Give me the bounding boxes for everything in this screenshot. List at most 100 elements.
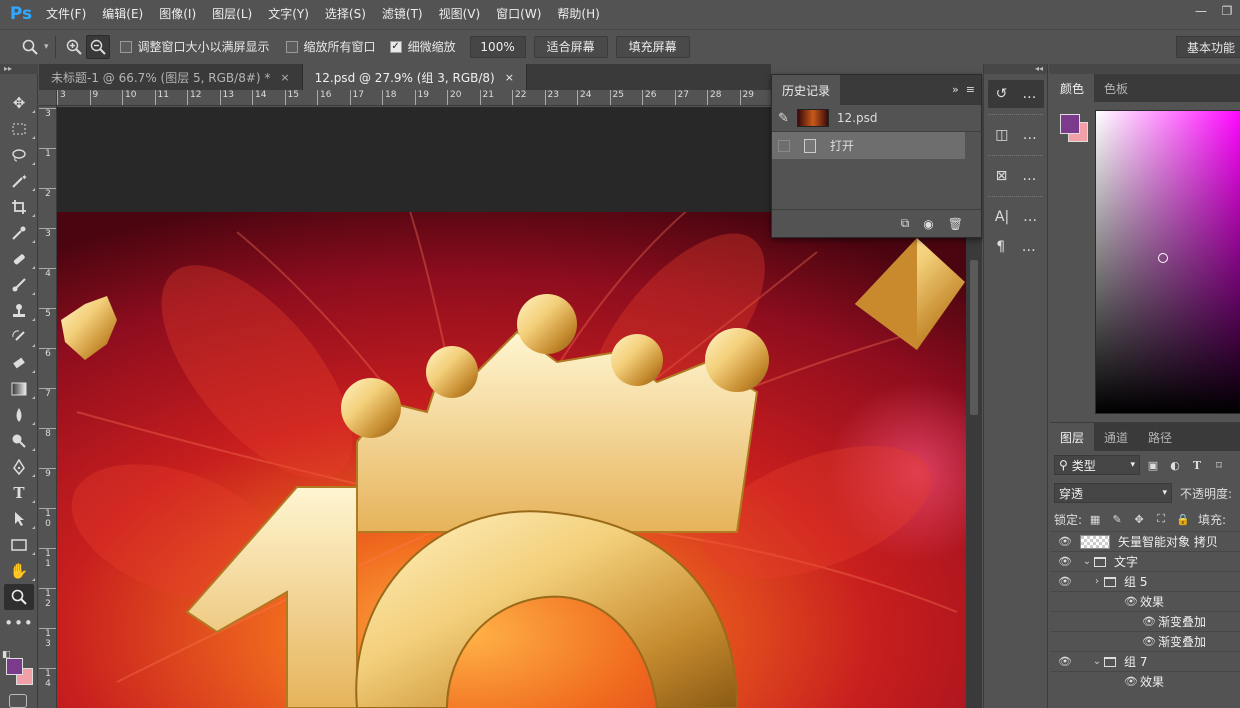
close-icon[interactable]: ×	[280, 71, 289, 84]
magic-wand-tool-icon[interactable]: ✦	[0, 168, 38, 194]
history-snapshot[interactable]: ✎ 12.psd	[772, 105, 981, 132]
menu-layer[interactable]: 图层(L)	[204, 0, 260, 28]
menu-edit[interactable]: 编辑(E)	[94, 0, 151, 28]
scrollbar-thumb[interactable]	[970, 260, 978, 415]
effect-visibility-icon[interactable]: 👁	[1122, 675, 1140, 688]
color-swatches[interactable]: ◧	[2, 650, 36, 686]
camera-icon[interactable]: ◉	[923, 217, 933, 231]
tab-paths[interactable]: 路径	[1138, 423, 1182, 451]
layer-row[interactable]: 👁 › 组 5	[1050, 571, 1240, 591]
zoom-all-option[interactable]: 缩放所有窗口	[285, 38, 376, 55]
blend-mode-dropdown[interactable]: 穿透 ▾	[1054, 483, 1172, 503]
effect-row[interactable]: 👁 渐变叠加	[1050, 611, 1240, 631]
properties-panel-icon[interactable]: ◫…	[988, 121, 1044, 149]
tab-swatches[interactable]: 色板	[1094, 74, 1138, 102]
adjustment-filter-icon[interactable]: ◐	[1166, 456, 1184, 474]
menu-file[interactable]: 文件(F)	[38, 0, 94, 28]
effect-row[interactable]: 👁 效果	[1050, 671, 1240, 691]
move-tool-icon[interactable]: ✥	[0, 90, 38, 116]
visibility-eye-icon[interactable]: 👁	[1050, 655, 1080, 668]
workspace-button[interactable]: 基本功能	[1175, 36, 1240, 58]
close-icon[interactable]: ×	[505, 71, 514, 84]
layer-row[interactable]: 👁 ⌄ 组 7	[1050, 651, 1240, 671]
zoom-value-field[interactable]: 100%	[469, 35, 526, 58]
scrubby-zoom-option[interactable]: ✓ 细微缩放	[389, 38, 456, 55]
visibility-eye-icon[interactable]: 👁	[1050, 535, 1080, 548]
hand-tool-icon[interactable]: ✋	[0, 558, 38, 584]
expand-chevron-icon[interactable]: ⌄	[1090, 656, 1104, 667]
layer-row[interactable]: 👁 矢量智能对象 拷贝	[1050, 531, 1240, 551]
menu-view[interactable]: 视图(V)	[431, 0, 489, 28]
effect-visibility-icon[interactable]: 👁	[1140, 615, 1158, 628]
visibility-eye-icon[interactable]: 👁	[1050, 575, 1080, 588]
menu-filter[interactable]: 滤镜(T)	[374, 0, 431, 28]
menu-image[interactable]: 图像(I)	[151, 0, 204, 28]
restore-icon[interactable]: ❐	[1214, 0, 1240, 22]
snapshot-brush-icon[interactable]: ✎	[778, 111, 789, 126]
eyedropper-tool-icon[interactable]	[0, 220, 38, 246]
tab-history[interactable]: 历史记录	[772, 75, 841, 105]
color-spectrum-field[interactable]	[1095, 110, 1240, 414]
zoom-tool-icon[interactable]	[4, 584, 34, 610]
fit-screen-button[interactable]: 适合屏幕	[533, 35, 608, 58]
more-tools-icon[interactable]: •••	[0, 610, 38, 636]
tab-layers[interactable]: 图层	[1050, 423, 1095, 451]
type-filter-icon[interactable]: T	[1188, 456, 1206, 474]
tab-untitled-1[interactable]: 未标题-1 @ 66.7% (图层 5, RGB/8#) * ×	[39, 64, 303, 90]
color-picker-handle[interactable]	[1158, 253, 1168, 263]
lock-transparency-icon[interactable]: ▦	[1086, 510, 1104, 528]
vertical-ruler[interactable]: 3 1 2 3 4 5 6 7 8 9 1 0 1 1 1 2 1 3 1 4	[39, 106, 57, 708]
layer-filter-dropdown[interactable]: ⚲ 类型 ▾	[1054, 455, 1140, 475]
zoom-all-checkbox[interactable]	[285, 40, 298, 53]
effect-visibility-icon[interactable]: 👁	[1140, 635, 1158, 648]
foreground-color-swatch[interactable]	[6, 658, 23, 675]
effect-row[interactable]: 👁 渐变叠加	[1050, 631, 1240, 651]
chevron-down-icon[interactable]: ▾	[44, 42, 49, 52]
resize-windows-checkbox[interactable]	[119, 40, 132, 53]
scrubby-zoom-checkbox[interactable]: ✓	[389, 40, 402, 53]
menu-help[interactable]: 帮助(H)	[549, 0, 607, 28]
tab-color[interactable]: 颜色	[1050, 74, 1095, 102]
history-source-checkbox[interactable]	[778, 139, 790, 152]
tab-channels[interactable]: 通道	[1094, 423, 1138, 451]
menu-select[interactable]: 选择(S)	[317, 0, 374, 28]
menu-type[interactable]: 文字(Y)	[260, 0, 317, 28]
collapse-toolbox-icon[interactable]: ▸▸	[0, 64, 38, 74]
clone-stamp-tool-icon[interactable]	[0, 298, 38, 324]
trash-icon[interactable]: 🗑	[948, 217, 963, 231]
minimize-icon[interactable]: —	[1188, 0, 1214, 22]
brush-tool-icon[interactable]	[0, 272, 38, 298]
ruler-origin[interactable]	[39, 90, 57, 106]
adjustments-panel-icon[interactable]: ⊠…	[988, 162, 1044, 190]
crop-tool-icon[interactable]	[0, 194, 38, 220]
zoom-tool-preset-icon[interactable]	[18, 35, 42, 59]
effect-visibility-icon[interactable]: 👁	[1122, 595, 1140, 608]
lock-position-icon[interactable]: ✥	[1130, 510, 1148, 528]
resize-windows-option[interactable]: 调整窗口大小以满屏显示	[119, 38, 270, 55]
panel-menu-icon[interactable]: » ≡	[952, 83, 975, 96]
tab-12-psd[interactable]: 12.psd @ 27.9% (组 3, RGB/8) ×	[302, 64, 527, 90]
lasso-tool-icon[interactable]	[0, 142, 38, 168]
dodge-tool-icon[interactable]	[0, 428, 38, 454]
lock-all-icon[interactable]: 🔒	[1174, 510, 1192, 528]
image-filter-icon[interactable]: ▣	[1144, 456, 1162, 474]
healing-brush-tool-icon[interactable]	[0, 246, 38, 272]
new-document-from-state-icon[interactable]: ⧉	[901, 216, 910, 231]
collapse-chevron-icon[interactable]: ›	[1090, 576, 1104, 587]
lock-artboard-icon[interactable]: ⛶	[1152, 510, 1170, 528]
zoom-out-icon[interactable]	[85, 34, 110, 59]
shape-filter-icon[interactable]: ⌑	[1210, 456, 1228, 474]
character-panel-icon[interactable]: A|…	[988, 203, 1044, 231]
collapse-dock-icon[interactable]: ◂◂	[984, 64, 1047, 74]
history-brush-tool-icon[interactable]	[0, 324, 38, 350]
gradient-tool-icon[interactable]	[0, 376, 38, 402]
history-item[interactable]: 打开	[772, 132, 965, 159]
fill-screen-button[interactable]: 填充屏幕	[615, 35, 690, 58]
panel-foreground-swatch[interactable]	[1060, 114, 1080, 134]
visibility-eye-icon[interactable]: 👁	[1050, 555, 1080, 568]
pen-tool-icon[interactable]	[0, 454, 38, 480]
menu-window[interactable]: 窗口(W)	[488, 0, 549, 28]
quick-mask-icon[interactable]	[9, 694, 27, 708]
marquee-tool-icon[interactable]	[0, 116, 38, 142]
history-panel-icon[interactable]: ↺…	[988, 80, 1044, 108]
